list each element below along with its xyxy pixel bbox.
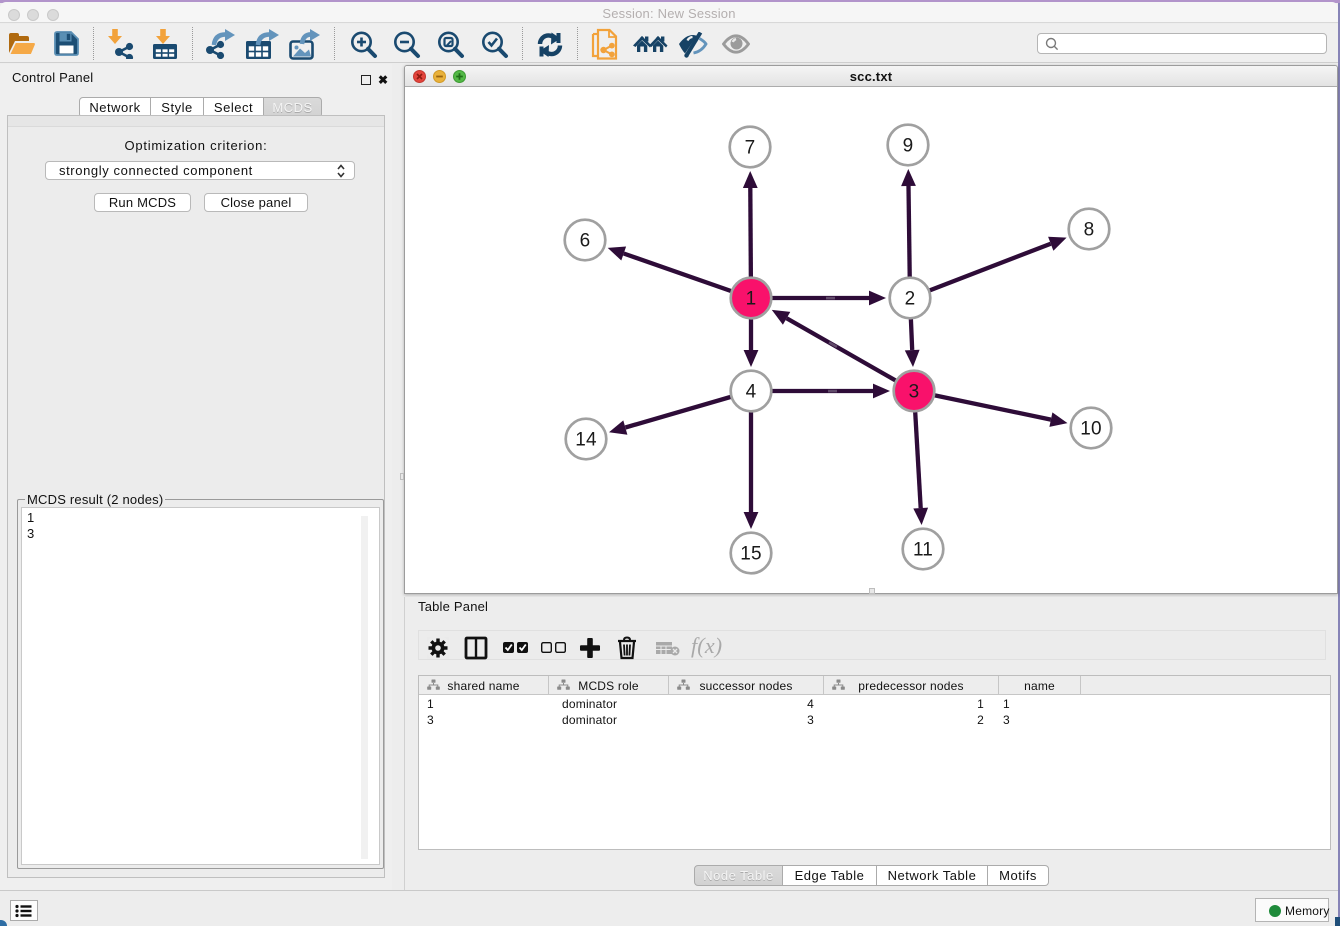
svg-text:4: 4: [746, 382, 757, 403]
svg-text:11: 11: [913, 540, 933, 561]
svg-text:6: 6: [580, 231, 591, 252]
svg-text:9: 9: [903, 136, 914, 157]
svg-text:8: 8: [1084, 220, 1095, 241]
svg-text:2: 2: [905, 289, 916, 310]
svg-text:3: 3: [909, 382, 920, 403]
svg-text:10: 10: [1080, 419, 1102, 440]
svg-text:7: 7: [745, 138, 756, 159]
svg-text:14: 14: [575, 430, 597, 451]
svg-text:1: 1: [746, 289, 757, 310]
svg-text:15: 15: [740, 544, 762, 565]
